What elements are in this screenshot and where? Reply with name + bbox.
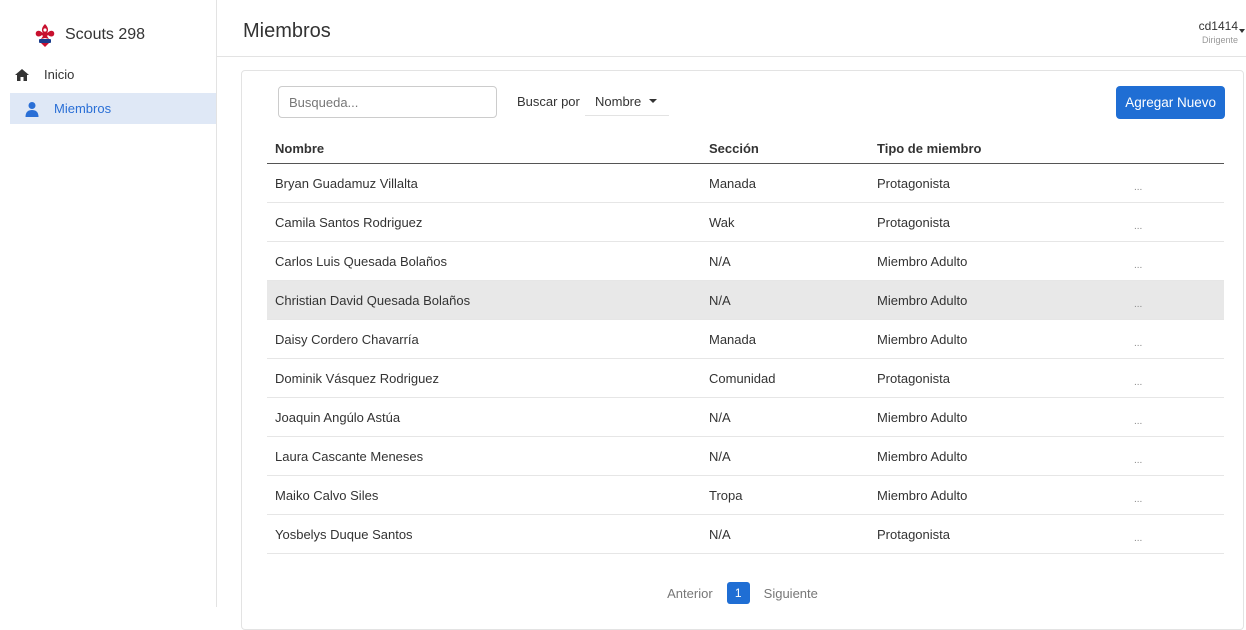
table-body: Bryan Guadamuz Villalta Manada Protagonist… <box>267 164 1224 554</box>
members-table: Nombre Sección Tipo de miembro Bryan Gua… <box>267 133 1224 554</box>
column-header-tipo[interactable]: Tipo de miembro <box>877 141 1134 156</box>
table-row[interactable]: Joaquin Angúlo Astúa N/A Miembro Adulto... <box>267 398 1224 437</box>
user-name: cd1414 <box>1198 19 1238 33</box>
column-header-nombre[interactable]: Nombre <box>267 141 709 156</box>
caret-down-icon <box>649 99 658 103</box>
cell-tipo: Miembro Adulto <box>877 409 968 425</box>
cell-nombre: Joaquin Angúlo Astúa <box>275 409 401 425</box>
cell-tipo: Protagonista <box>877 214 950 230</box>
cell-tipo: Miembro Adulto <box>877 253 968 269</box>
sidebar-item-inicio[interactable]: Inicio <box>0 59 206 90</box>
cell-nombre: Yosbelys Duque Santos <box>275 526 413 542</box>
cell-nombre: Camila Santos Rodriguez <box>275 214 423 230</box>
user-role: Dirigente <box>1201 35 1238 45</box>
column-header-seccion[interactable]: Sección <box>709 141 877 156</box>
previous-page-button[interactable]: Anterior <box>667 586 713 601</box>
next-page-button[interactable]: Siguiente <box>764 586 818 601</box>
cell-nombre: Daisy Cordero Chavarría <box>275 331 419 347</box>
cell-nombre: Maiko Calvo Siles <box>275 487 379 503</box>
cell-seccion: Tropa <box>709 487 743 503</box>
user-menu[interactable]: cd1414 Dirigente <box>1198 19 1245 45</box>
table-header: Nombre Sección Tipo de miembro <box>267 133 1224 164</box>
person-icon <box>25 101 39 117</box>
cell-seccion: N/A <box>709 409 731 425</box>
brand-name: Scouts 298 <box>65 26 146 43</box>
table-row[interactable]: Daisy Cordero Chavarría Manada Miembro Adu… <box>267 320 1224 359</box>
row-actions-button[interactable]: ... <box>1134 369 1224 388</box>
row-actions-button[interactable]: ... <box>1134 447 1224 466</box>
table-row[interactable]: Bryan Guadamuz Villalta Manada Protagonist… <box>267 164 1224 203</box>
cell-tipo: Miembro Adulto <box>877 292 968 308</box>
cell-nombre: Dominik Vásquez Rodriguez <box>275 370 440 386</box>
home-icon <box>15 68 29 81</box>
cell-seccion: Manada <box>709 175 756 191</box>
caret-down-icon <box>1239 29 1245 33</box>
search-by-label: Buscar por <box>517 94 580 109</box>
row-actions-button[interactable]: ... <box>1134 213 1224 232</box>
cell-nombre: Laura Cascante Meneses <box>275 448 424 464</box>
cell-tipo: Miembro Adulto <box>877 448 968 464</box>
cell-tipo: Miembro Adulto <box>877 331 968 347</box>
row-actions-button[interactable]: ... <box>1134 408 1224 427</box>
cell-tipo: Miembro Adulto <box>877 487 968 503</box>
page-1-button[interactable]: 1 <box>726 582 750 604</box>
column-header-actions <box>1134 144 1224 152</box>
sidebar: Scouts 298 Inicio Miembros <box>0 0 217 607</box>
cell-seccion: N/A <box>709 448 731 464</box>
row-actions-button[interactable]: ... <box>1134 291 1224 310</box>
cell-seccion: N/A <box>709 253 731 269</box>
search-by-dropdown[interactable]: Nombre <box>585 87 669 116</box>
cell-seccion: Comunidad <box>709 370 776 386</box>
sidebar-item-miembros[interactable]: Miembros <box>10 93 216 124</box>
table-row[interactable]: Yosbelys Duque Santos N/A Protagonista... <box>267 515 1224 554</box>
row-actions-button[interactable]: ... <box>1134 486 1224 505</box>
pagination: Anterior 1 Siguiente <box>242 582 1243 604</box>
table-row[interactable]: Camila Santos Rodriguez Wak Protagonista..… <box>267 203 1224 242</box>
sidebar-item-label: Inicio <box>44 67 75 82</box>
cell-nombre: Carlos Luis Quesada Bolaños <box>275 253 447 269</box>
table-row[interactable]: Laura Cascante Meneses N/A Miembro Adulto.… <box>267 437 1224 476</box>
sidebar-item-label: Miembros <box>54 101 112 116</box>
row-actions-button[interactable]: ... <box>1134 174 1224 193</box>
cell-nombre: Bryan Guadamuz Villalta <box>275 175 418 191</box>
brand[interactable]: Scouts 298 <box>32 22 145 48</box>
cell-seccion: Wak <box>709 214 735 230</box>
scout-logo-icon <box>35 24 55 47</box>
search-input[interactable] <box>278 86 497 118</box>
row-actions-button[interactable]: ... <box>1134 525 1224 544</box>
cell-seccion: N/A <box>709 292 731 308</box>
cell-nombre: Christian David Quesada Bolaños <box>275 292 471 308</box>
table-row[interactable]: Christian David Quesada Bolaños N/A Miembr… <box>267 281 1224 320</box>
cell-seccion: Manada <box>709 331 756 347</box>
search-by-value: Nombre <box>595 93 642 109</box>
cell-seccion: N/A <box>709 526 731 542</box>
add-new-button[interactable]: Agregar Nuevo <box>1116 86 1225 119</box>
table-row[interactable]: Carlos Luis Quesada Bolaños N/A Miembro Ad… <box>267 242 1224 281</box>
page-title: Miembros <box>243 20 331 42</box>
cell-tipo: Protagonista <box>877 370 950 386</box>
cell-tipo: Protagonista <box>877 175 950 191</box>
top-bar: Miembros cd1414 Dirigente <box>217 0 1246 57</box>
cell-tipo: Protagonista <box>877 526 950 542</box>
table-row[interactable]: Dominik Vásquez Rodriguez Comunidad Protag… <box>267 359 1224 398</box>
table-row[interactable]: Maiko Calvo Siles Tropa Miembro Adulto... <box>267 476 1224 515</box>
row-actions-button[interactable]: ... <box>1134 252 1224 271</box>
row-actions-button[interactable]: ... <box>1134 330 1224 349</box>
members-card: Buscar por Nombre Agregar Nuevo Nombre S… <box>241 70 1244 630</box>
